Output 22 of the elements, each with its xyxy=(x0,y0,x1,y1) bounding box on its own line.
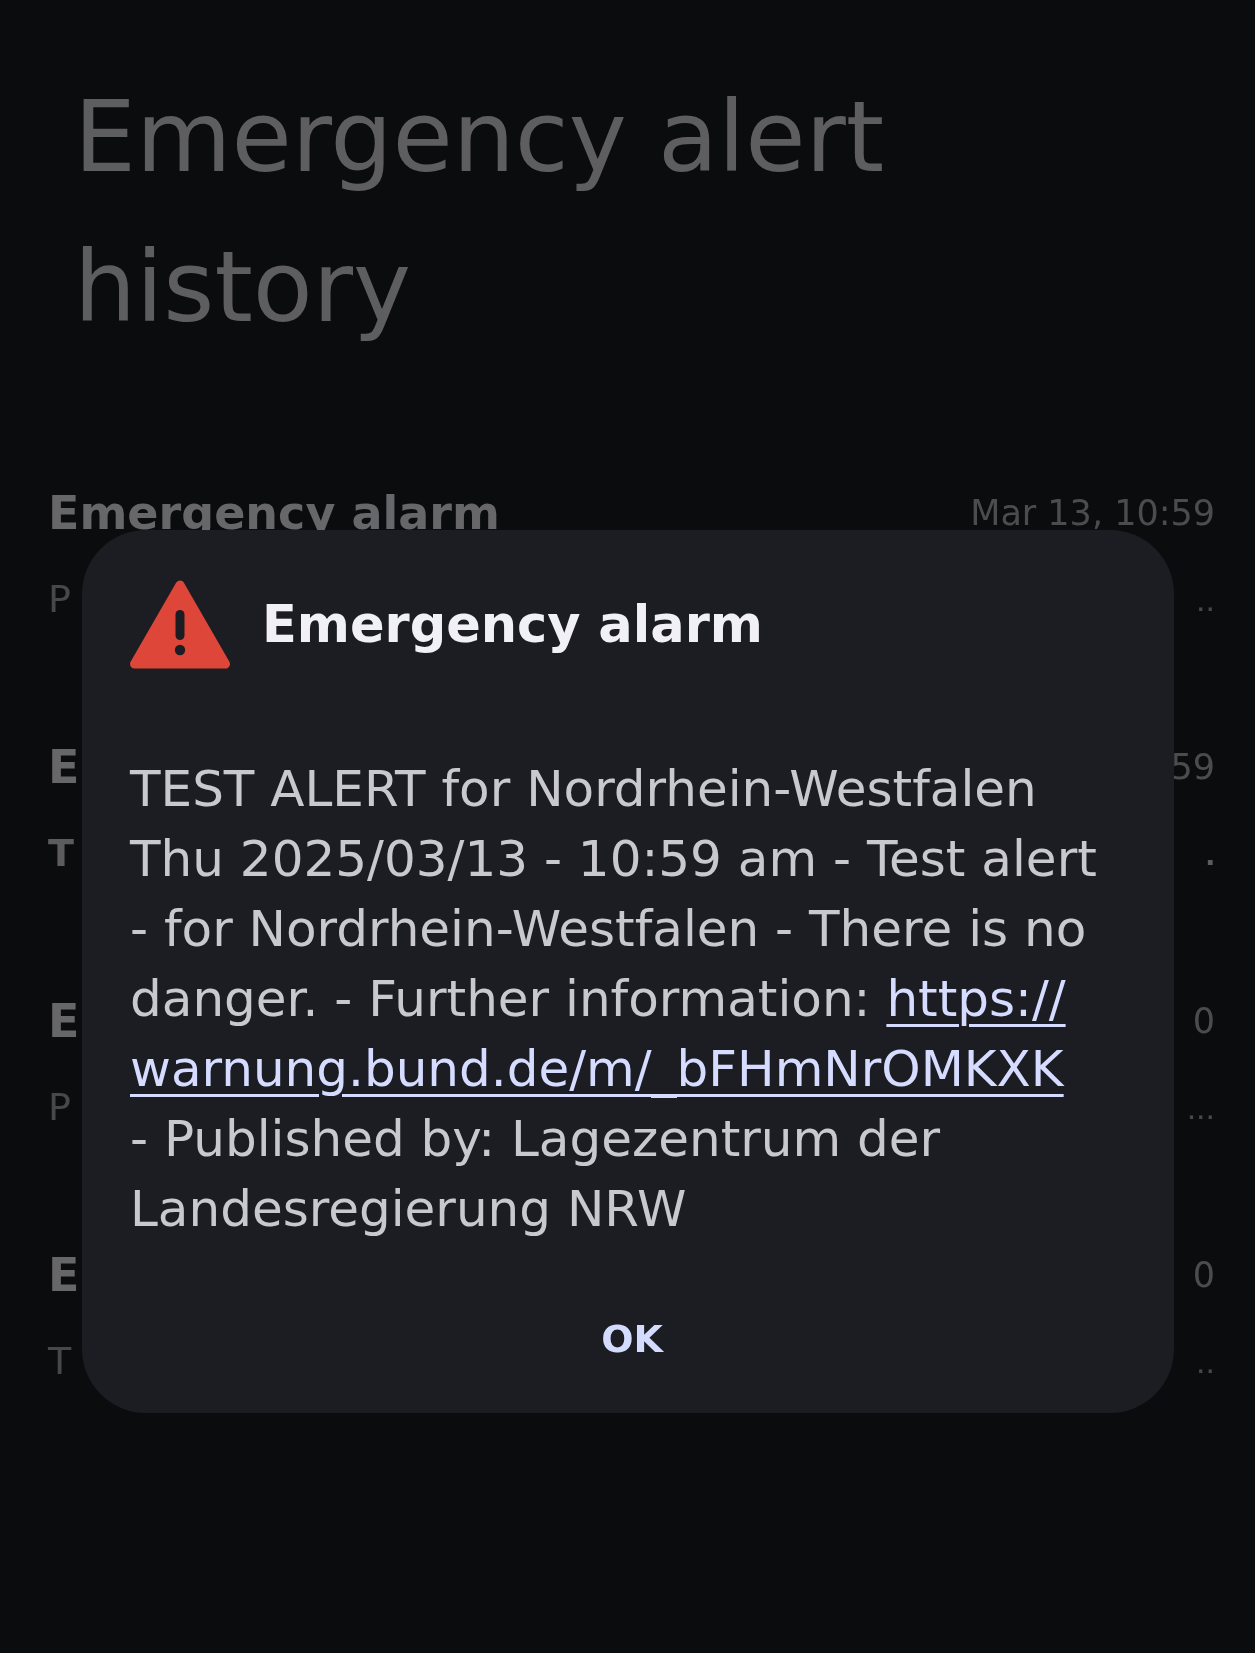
alert-preview: .. xyxy=(1196,1341,1215,1382)
alert-title: E xyxy=(48,742,80,792)
alert-time: 0 xyxy=(1192,1254,1215,1297)
alert-message: TEST ALERT for Nordrhein-Westfalen Thu 2025/03/13 - 10:59 am - Test alert - for Nordrhein-Westfalen - There is no danger. - Further information: https:// warnung.bund.de/m/_bFHmNrOMKXK - Published by: Lagezentrum der Landesregierung NRW xyxy=(130,759,1098,1240)
alert-time: 0 xyxy=(1192,1000,1215,1043)
dialog-title: Emergency alarm xyxy=(262,593,763,656)
alert-title: E xyxy=(48,996,80,1046)
alert-title: E xyxy=(48,1250,80,1300)
url-link[interactable]: https:// xyxy=(886,970,1066,1028)
ok-button[interactable]: OK xyxy=(561,1299,703,1379)
alert-preview: P xyxy=(48,576,71,622)
warning-icon xyxy=(130,580,230,669)
alert-time: Mar 13, 10:59 xyxy=(970,492,1215,535)
alert-preview: ... xyxy=(1186,1087,1215,1128)
url-link[interactable]: warnung.bund.de/m/_bFHmNrOMKXK xyxy=(130,1040,1064,1098)
alert-preview: . xyxy=(1205,833,1215,874)
alert-preview: .. xyxy=(1196,579,1215,620)
page-title: Emergency alert history xyxy=(74,79,886,346)
alert-time: 59 xyxy=(1170,746,1215,789)
alert-preview: T xyxy=(48,1338,72,1384)
alert-preview: T xyxy=(48,830,74,876)
alert-preview: P xyxy=(48,1084,71,1130)
